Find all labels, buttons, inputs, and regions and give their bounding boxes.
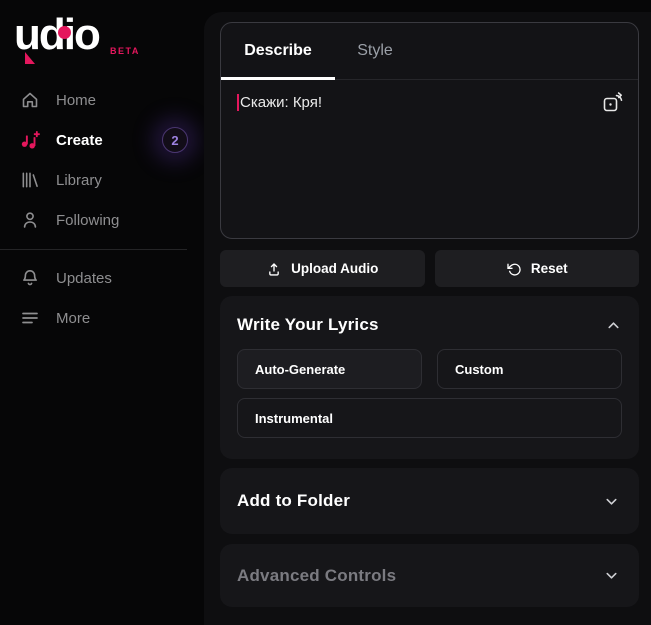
udio-logo[interactable]: udio BETA [14, 10, 184, 64]
create-panel: Describe Style Скажи: Кря! Upload Audio … [204, 12, 651, 625]
sidebar-item-updates[interactable]: Updates [0, 258, 204, 298]
lyrics-section: Write Your Lyrics Auto-Generate Custom I… [220, 296, 639, 459]
dice-icon [603, 92, 623, 112]
logo-i-dot [58, 26, 71, 39]
prompt-panel: Describe Style Скажи: Кря! [220, 22, 639, 239]
chevron-down-icon [606, 572, 617, 579]
chevron-down-icon [606, 498, 617, 505]
sidebar-item-label: More [56, 309, 91, 327]
upload-icon [269, 262, 279, 276]
advanced-controls-title: Advanced Controls [237, 565, 397, 585]
sidebar-nav: Home Create 2 Library Following Updates … [0, 80, 204, 338]
menu-icon [22, 312, 38, 324]
undo-icon [507, 263, 521, 276]
upload-audio-button[interactable]: Upload Audio [220, 250, 425, 287]
add-to-folder-title: Add to Folder [237, 491, 351, 510]
add-to-folder-section[interactable]: Add to Folder [220, 468, 639, 534]
sidebar-item-label: Updates [56, 269, 112, 287]
sidebar-item-label: Home [56, 91, 97, 109]
udio-app: udio BETA Home Create 2 Library Followin… [0, 0, 651, 625]
sidebar-item-create[interactable]: Create 2 [0, 120, 204, 160]
sidebar-item-more[interactable]: More [0, 298, 204, 338]
prompt-input[interactable]: Скажи: Кря! [221, 80, 638, 238]
bell-icon [23, 270, 37, 286]
upload-audio-label: Upload Audio [291, 261, 379, 276]
advanced-controls-section[interactable]: Advanced Controls [220, 544, 639, 607]
prompt-tabbar: Describe Style [221, 23, 638, 80]
beta-badge: BETA [110, 46, 140, 56]
sidebar-divider [0, 249, 187, 250]
sidebar-item-label: Following [56, 211, 120, 229]
create-count-badge: 2 [162, 127, 188, 153]
random-prompt-button[interactable] [600, 90, 626, 116]
text-caret [237, 94, 239, 111]
sidebar-item-label: Library [56, 171, 102, 189]
reset-label: Reset [530, 261, 568, 276]
sidebar: udio BETA Home Create 2 Library Followin… [0, 0, 204, 625]
logo-wordmark: udio [14, 10, 101, 59]
chevron-up-icon [608, 321, 619, 328]
prompt-text: Скажи: Кря! [240, 94, 323, 111]
lyrics-option-instrumental[interactable]: Instrumental [237, 398, 622, 438]
sidebar-item-label: Create [56, 131, 103, 149]
tab-describe[interactable]: Describe [221, 23, 335, 80]
tab-style[interactable]: Style [335, 23, 415, 79]
lyrics-option-custom[interactable]: Custom [437, 349, 622, 389]
lyrics-option-auto-generate[interactable]: Auto-Generate [237, 349, 422, 389]
reset-button[interactable]: Reset [434, 250, 639, 287]
person-icon [23, 212, 37, 228]
home-icon [22, 92, 38, 108]
action-buttons: Upload Audio Reset [220, 250, 639, 287]
lyrics-section-header[interactable]: Write Your Lyrics [237, 315, 622, 335]
sidebar-item-following[interactable]: Following [0, 200, 204, 240]
sidebar-item-library[interactable]: Library [0, 160, 204, 200]
music-note-plus-icon [21, 131, 40, 149]
library-icon [22, 172, 38, 188]
sidebar-item-home[interactable]: Home [0, 80, 204, 120]
lyrics-options: Auto-Generate Custom Instrumental [237, 349, 622, 438]
lyrics-title: Write Your Lyrics [237, 315, 379, 334]
